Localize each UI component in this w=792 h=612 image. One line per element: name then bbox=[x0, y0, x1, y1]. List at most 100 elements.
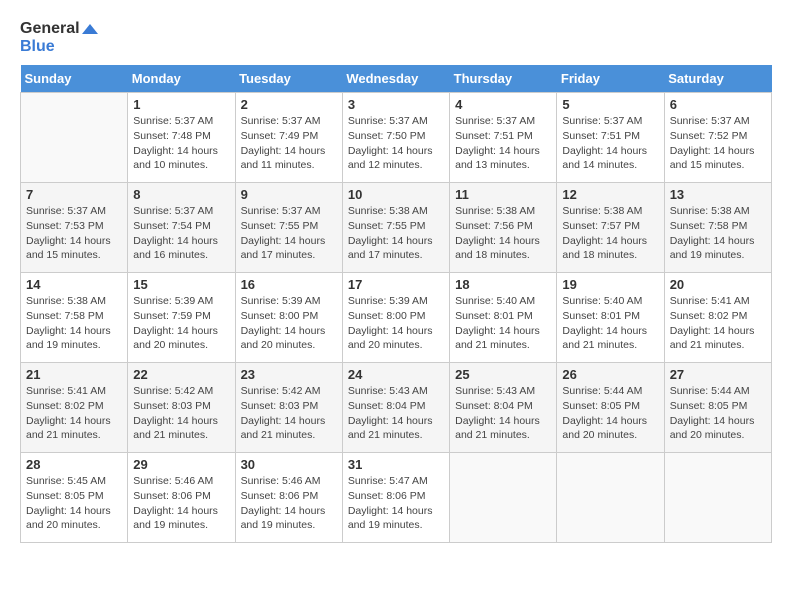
day-info: Sunrise: 5:38 AM Sunset: 7:58 PM Dayligh… bbox=[670, 204, 766, 263]
week-row-5: 28Sunrise: 5:45 AM Sunset: 8:05 PM Dayli… bbox=[21, 453, 772, 543]
day-number: 6 bbox=[670, 97, 766, 112]
day-number: 5 bbox=[562, 97, 658, 112]
week-row-3: 14 Sunrise: 5:38 AM Sunset: 7:58 PM Dayli… bbox=[21, 273, 772, 363]
calendar-cell: 24Sunrise: 5:43 AM Sunset: 8:04 PM Dayli… bbox=[342, 363, 449, 453]
day-info: Sunrise: 5:39 AM Sunset: 8:00 PM Dayligh… bbox=[348, 294, 444, 353]
day-number: 22 bbox=[133, 367, 229, 382]
day-info: Sunrise: 5:37 AM Sunset: 7:49 PM Dayligh… bbox=[241, 114, 337, 173]
day-number: 23 bbox=[241, 367, 337, 382]
day-info: Sunrise: 5:38 AM Sunset: 7:57 PM Dayligh… bbox=[562, 204, 658, 263]
calendar-cell: 17 Sunrise: 5:39 AM Sunset: 8:00 PM Dayli… bbox=[342, 273, 449, 363]
day-number: 16 bbox=[241, 277, 337, 292]
week-row-4: 21 Sunrise: 5:41 AM Sunset: 8:02 PM Dayli… bbox=[21, 363, 772, 453]
calendar-cell: 21 Sunrise: 5:41 AM Sunset: 8:02 PM Dayli… bbox=[21, 363, 128, 453]
day-info: Sunrise: 5:37 AM Sunset: 7:51 PM Dayligh… bbox=[562, 114, 658, 173]
calendar-cell: 3 Sunrise: 5:37 AM Sunset: 7:50 PM Daylig… bbox=[342, 93, 449, 183]
day-info: Sunrise: 5:37 AM Sunset: 7:50 PM Dayligh… bbox=[348, 114, 444, 173]
calendar-cell bbox=[450, 453, 557, 543]
calendar-cell: 5 Sunrise: 5:37 AM Sunset: 7:51 PM Daylig… bbox=[557, 93, 664, 183]
calendar-cell: 10 Sunrise: 5:38 AM Sunset: 7:55 PM Dayli… bbox=[342, 183, 449, 273]
day-number: 19 bbox=[562, 277, 658, 292]
calendar-cell: 31 Sunrise: 5:47 AM Sunset: 8:06 PM Dayli… bbox=[342, 453, 449, 543]
calendar-cell: 30 Sunrise: 5:46 AM Sunset: 8:06 PM Dayli… bbox=[235, 453, 342, 543]
calendar-cell: 6 Sunrise: 5:37 AM Sunset: 7:52 PM Daylig… bbox=[664, 93, 771, 183]
column-header-monday: Monday bbox=[128, 65, 235, 93]
calendar-cell: 12 Sunrise: 5:38 AM Sunset: 7:57 PM Dayli… bbox=[557, 183, 664, 273]
day-info: Sunrise: 5:37 AM Sunset: 7:55 PM Dayligh… bbox=[241, 204, 337, 263]
logo-text: General Blue bbox=[20, 20, 98, 55]
column-header-friday: Friday bbox=[557, 65, 664, 93]
day-number: 13 bbox=[670, 187, 766, 202]
calendar-table: SundayMondayTuesdayWednesdayThursdayFrid… bbox=[20, 65, 772, 543]
day-info: Sunrise: 5:43 AM Sunset: 8:04 PM Dayligh… bbox=[455, 384, 551, 443]
calendar-cell: 4Sunrise: 5:37 AM Sunset: 7:51 PM Daylig… bbox=[450, 93, 557, 183]
calendar-cell: 1 Sunrise: 5:37 AM Sunset: 7:48 PM Daylig… bbox=[128, 93, 235, 183]
column-header-tuesday: Tuesday bbox=[235, 65, 342, 93]
day-number: 1 bbox=[133, 97, 229, 112]
day-number: 30 bbox=[241, 457, 337, 472]
day-number: 14 bbox=[26, 277, 122, 292]
logo: General Blue bbox=[20, 20, 98, 55]
day-info: Sunrise: 5:46 AM Sunset: 8:06 PM Dayligh… bbox=[241, 474, 337, 533]
day-info: Sunrise: 5:42 AM Sunset: 8:03 PM Dayligh… bbox=[241, 384, 337, 443]
week-row-1: 1 Sunrise: 5:37 AM Sunset: 7:48 PM Daylig… bbox=[21, 93, 772, 183]
calendar-cell: 28Sunrise: 5:45 AM Sunset: 8:05 PM Dayli… bbox=[21, 453, 128, 543]
calendar-cell bbox=[557, 453, 664, 543]
day-number: 7 bbox=[26, 187, 122, 202]
day-info: Sunrise: 5:37 AM Sunset: 7:51 PM Dayligh… bbox=[455, 114, 551, 173]
day-number: 8 bbox=[133, 187, 229, 202]
calendar-cell: 27Sunrise: 5:44 AM Sunset: 8:05 PM Dayli… bbox=[664, 363, 771, 453]
day-info: Sunrise: 5:37 AM Sunset: 7:53 PM Dayligh… bbox=[26, 204, 122, 263]
day-info: Sunrise: 5:45 AM Sunset: 8:05 PM Dayligh… bbox=[26, 474, 122, 533]
calendar-cell bbox=[21, 93, 128, 183]
day-info: Sunrise: 5:41 AM Sunset: 8:02 PM Dayligh… bbox=[26, 384, 122, 443]
day-info: Sunrise: 5:38 AM Sunset: 7:55 PM Dayligh… bbox=[348, 204, 444, 263]
calendar-cell: 29Sunrise: 5:46 AM Sunset: 8:06 PM Dayli… bbox=[128, 453, 235, 543]
day-info: Sunrise: 5:44 AM Sunset: 8:05 PM Dayligh… bbox=[562, 384, 658, 443]
day-info: Sunrise: 5:41 AM Sunset: 8:02 PM Dayligh… bbox=[670, 294, 766, 353]
day-number: 9 bbox=[241, 187, 337, 202]
calendar-cell: 11 Sunrise: 5:38 AM Sunset: 7:56 PM Dayli… bbox=[450, 183, 557, 273]
calendar-cell: 7 Sunrise: 5:37 AM Sunset: 7:53 PM Daylig… bbox=[21, 183, 128, 273]
day-number: 26 bbox=[562, 367, 658, 382]
day-number: 18 bbox=[455, 277, 551, 292]
day-info: Sunrise: 5:38 AM Sunset: 7:56 PM Dayligh… bbox=[455, 204, 551, 263]
day-info: Sunrise: 5:40 AM Sunset: 8:01 PM Dayligh… bbox=[562, 294, 658, 353]
day-number: 11 bbox=[455, 187, 551, 202]
day-info: Sunrise: 5:38 AM Sunset: 7:58 PM Dayligh… bbox=[26, 294, 122, 353]
calendar-cell: 8 Sunrise: 5:37 AM Sunset: 7:54 PM Daylig… bbox=[128, 183, 235, 273]
calendar-cell: 22Sunrise: 5:42 AM Sunset: 8:03 PM Dayli… bbox=[128, 363, 235, 453]
day-info: Sunrise: 5:37 AM Sunset: 7:48 PM Dayligh… bbox=[133, 114, 229, 173]
day-number: 20 bbox=[670, 277, 766, 292]
calendar-cell: 14 Sunrise: 5:38 AM Sunset: 7:58 PM Dayli… bbox=[21, 273, 128, 363]
day-number: 21 bbox=[26, 367, 122, 382]
day-info: Sunrise: 5:47 AM Sunset: 8:06 PM Dayligh… bbox=[348, 474, 444, 533]
column-header-saturday: Saturday bbox=[664, 65, 771, 93]
calendar-cell: 15Sunrise: 5:39 AM Sunset: 7:59 PM Dayli… bbox=[128, 273, 235, 363]
calendar-cell: 13 Sunrise: 5:38 AM Sunset: 7:58 PM Dayli… bbox=[664, 183, 771, 273]
calendar-cell: 20 Sunrise: 5:41 AM Sunset: 8:02 PM Dayli… bbox=[664, 273, 771, 363]
day-info: Sunrise: 5:44 AM Sunset: 8:05 PM Dayligh… bbox=[670, 384, 766, 443]
calendar-cell: 23 Sunrise: 5:42 AM Sunset: 8:03 PM Dayli… bbox=[235, 363, 342, 453]
day-info: Sunrise: 5:37 AM Sunset: 7:52 PM Dayligh… bbox=[670, 114, 766, 173]
day-number: 3 bbox=[348, 97, 444, 112]
calendar-cell: 18 Sunrise: 5:40 AM Sunset: 8:01 PM Dayli… bbox=[450, 273, 557, 363]
day-number: 10 bbox=[348, 187, 444, 202]
day-number: 12 bbox=[562, 187, 658, 202]
day-number: 2 bbox=[241, 97, 337, 112]
calendar-cell: 16 Sunrise: 5:39 AM Sunset: 8:00 PM Dayli… bbox=[235, 273, 342, 363]
column-header-wednesday: Wednesday bbox=[342, 65, 449, 93]
calendar-cell: 19 Sunrise: 5:40 AM Sunset: 8:01 PM Dayli… bbox=[557, 273, 664, 363]
day-info: Sunrise: 5:39 AM Sunset: 8:00 PM Dayligh… bbox=[241, 294, 337, 353]
day-number: 25 bbox=[455, 367, 551, 382]
calendar-cell: 25 Sunrise: 5:43 AM Sunset: 8:04 PM Dayli… bbox=[450, 363, 557, 453]
day-number: 17 bbox=[348, 277, 444, 292]
day-info: Sunrise: 5:43 AM Sunset: 8:04 PM Dayligh… bbox=[348, 384, 444, 443]
week-row-2: 7 Sunrise: 5:37 AM Sunset: 7:53 PM Daylig… bbox=[21, 183, 772, 273]
column-header-thursday: Thursday bbox=[450, 65, 557, 93]
day-number: 31 bbox=[348, 457, 444, 472]
day-info: Sunrise: 5:40 AM Sunset: 8:01 PM Dayligh… bbox=[455, 294, 551, 353]
day-info: Sunrise: 5:37 AM Sunset: 7:54 PM Dayligh… bbox=[133, 204, 229, 263]
day-info: Sunrise: 5:39 AM Sunset: 7:59 PM Dayligh… bbox=[133, 294, 229, 353]
calendar-cell bbox=[664, 453, 771, 543]
